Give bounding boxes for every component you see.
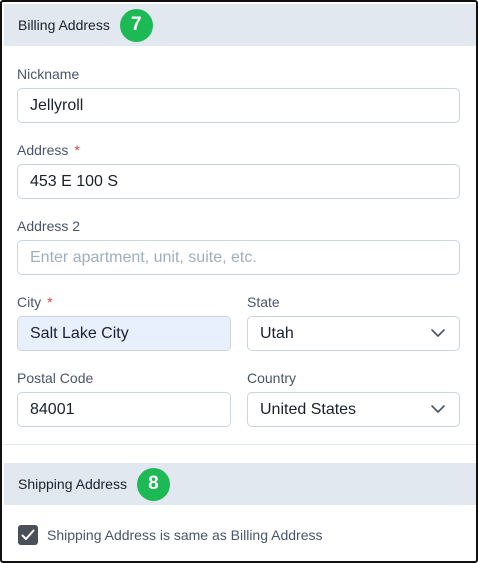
- step-badge-billing: 7: [119, 8, 153, 42]
- checkmark-icon: [21, 529, 35, 540]
- address2-label-text: Address 2: [17, 218, 81, 234]
- postal-code-value: 84001: [30, 400, 75, 418]
- state-label: State: [247, 294, 280, 310]
- address-input[interactable]: 453 E 100 S: [17, 164, 460, 199]
- billing-section-header: Billing Address 7: [4, 4, 476, 46]
- country-select[interactable]: United States: [247, 392, 460, 427]
- state-label-text: State: [247, 294, 280, 310]
- city-value: Salt Lake City: [30, 324, 129, 342]
- postal-code-label-text: Postal Code: [17, 370, 94, 386]
- address-required-mark: *: [74, 142, 80, 158]
- country-label: Country: [247, 370, 296, 386]
- chevron-down-icon: [431, 329, 445, 337]
- same-as-billing-checkbox[interactable]: [18, 525, 38, 545]
- city-label: City *: [17, 294, 53, 310]
- city-label-text: City: [17, 294, 42, 310]
- city-input[interactable]: Salt Lake City: [17, 316, 231, 351]
- state-value: Utah: [260, 324, 294, 342]
- same-as-billing-label[interactable]: Shipping Address is same as Billing Addr…: [47, 527, 322, 543]
- shipping-section-title: Shipping Address: [18, 476, 127, 492]
- city-required-mark: *: [47, 294, 53, 310]
- address-form: Billing Address 7 Nickname Jellyroll Add…: [0, 0, 478, 563]
- nickname-label-text: Nickname: [17, 66, 80, 82]
- section-divider: [4, 444, 476, 445]
- address2-input[interactable]: Enter apartment, unit, suite, etc.: [17, 240, 460, 275]
- chevron-down-icon: [431, 405, 445, 413]
- nickname-input[interactable]: Jellyroll: [17, 88, 460, 123]
- address-value: 453 E 100 S: [30, 172, 119, 190]
- country-label-text: Country: [247, 370, 297, 386]
- postal-code-input[interactable]: 84001: [17, 392, 231, 427]
- address2-placeholder: Enter apartment, unit, suite, etc.: [30, 248, 257, 266]
- step-badge-shipping: 8: [136, 467, 170, 501]
- nickname-label: Nickname: [17, 66, 79, 82]
- state-select[interactable]: Utah: [247, 316, 460, 351]
- country-value: United States: [260, 400, 357, 418]
- address2-label: Address 2: [17, 218, 80, 234]
- shipping-section-header: Shipping Address 8: [4, 463, 476, 505]
- postal-code-label: Postal Code: [17, 370, 93, 386]
- billing-section-title: Billing Address: [18, 17, 110, 33]
- address-label: Address *: [17, 142, 80, 158]
- address-label-text: Address: [17, 142, 69, 158]
- nickname-value: Jellyroll: [30, 96, 84, 114]
